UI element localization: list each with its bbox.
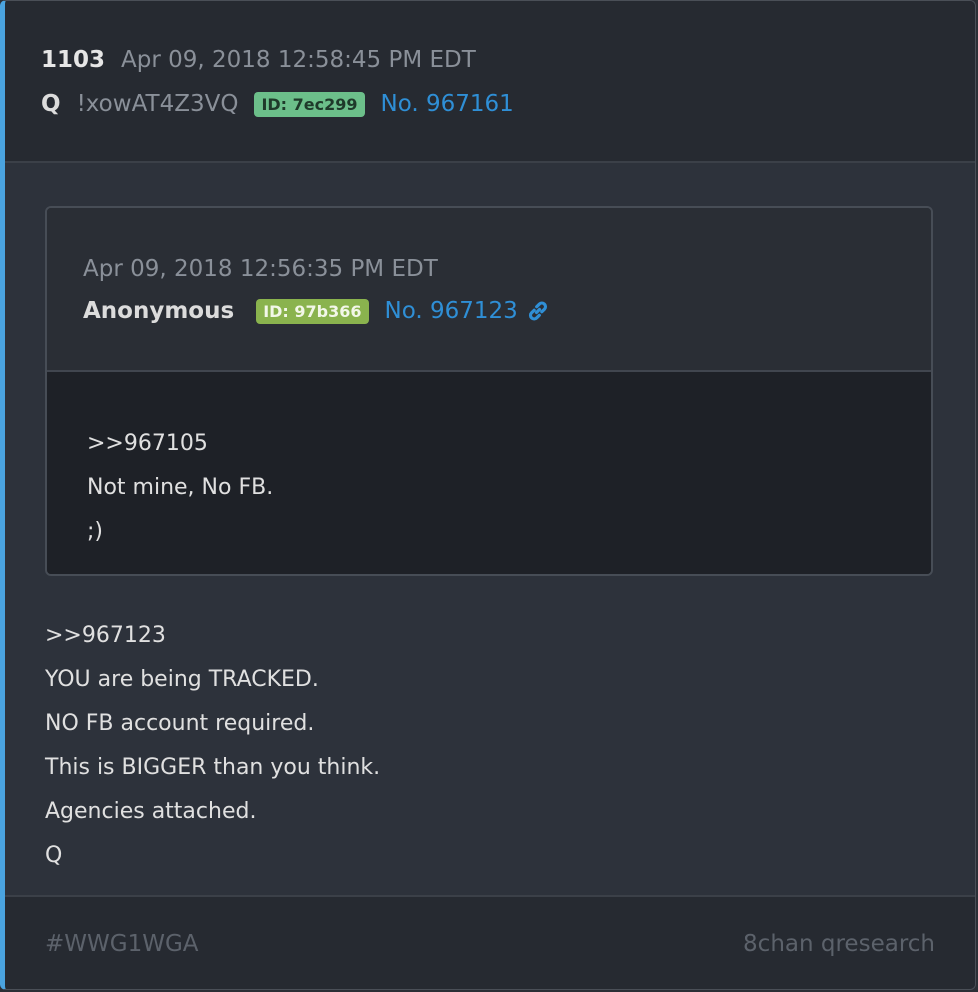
body-line: >>967123 (45, 623, 166, 648)
post-meta-line: 1103 Apr 09, 2018 12:58:45 PM EDT (41, 47, 476, 73)
post-number: 1103 (41, 47, 106, 73)
hashtag: #WWG1WGA (45, 931, 199, 957)
body-line: This is BIGGER than you think. (45, 755, 381, 780)
post-header: 1103 Apr 09, 2018 12:58:45 PM EDT Q !xow… (5, 1, 975, 163)
post-author: Q (41, 91, 61, 117)
post-author-line: Q !xowAT4Z3VQ ID: 7ec299 No. 967161 (41, 91, 514, 117)
post-tripcode: !xowAT4Z3VQ (76, 91, 239, 117)
quoted-post-number-link[interactable]: No. 967123 (385, 298, 518, 324)
post-card: 1103 Apr 09, 2018 12:58:45 PM EDT Q !xow… (0, 0, 976, 990)
quoted-body-line: ;) (87, 519, 103, 544)
quoted-body-line: >>967105 (87, 431, 208, 456)
post-number-link[interactable]: No. 967161 (381, 91, 514, 117)
quoted-post-timestamp: Apr 09, 2018 12:56:35 PM EDT (83, 256, 438, 282)
quoted-body-line: Not mine, No FB. (87, 475, 274, 500)
quoted-post: Apr 09, 2018 12:56:35 PM EDT Anonymous I… (45, 206, 933, 576)
body-line: Agencies attached. (45, 799, 257, 824)
post-timestamp: Apr 09, 2018 12:58:45 PM EDT (121, 47, 476, 73)
quoted-post-header: Apr 09, 2018 12:56:35 PM EDT Anonymous I… (47, 208, 931, 372)
link-icon[interactable] (526, 299, 550, 323)
body-line: Q (45, 843, 63, 868)
body-line: NO FB account required. (45, 711, 315, 736)
quoted-post-body: >>967105 Not mine, No FB. ;) (47, 372, 931, 574)
quoted-post-id-badge: ID: 97b366 (256, 298, 369, 324)
quoted-post-author: Anonymous (83, 298, 235, 324)
quoted-post-author-line: Anonymous ID: 97b366 No. 967123 (83, 298, 550, 324)
body-line: YOU are being TRACKED. (45, 667, 319, 692)
source-label: 8chan qresearch (743, 931, 935, 957)
post-body: >>967123 YOU are being TRACKED. NO FB ac… (45, 614, 380, 878)
post-footer: #WWG1WGA 8chan qresearch (5, 895, 975, 989)
post-id-badge: ID: 7ec299 (254, 91, 365, 117)
